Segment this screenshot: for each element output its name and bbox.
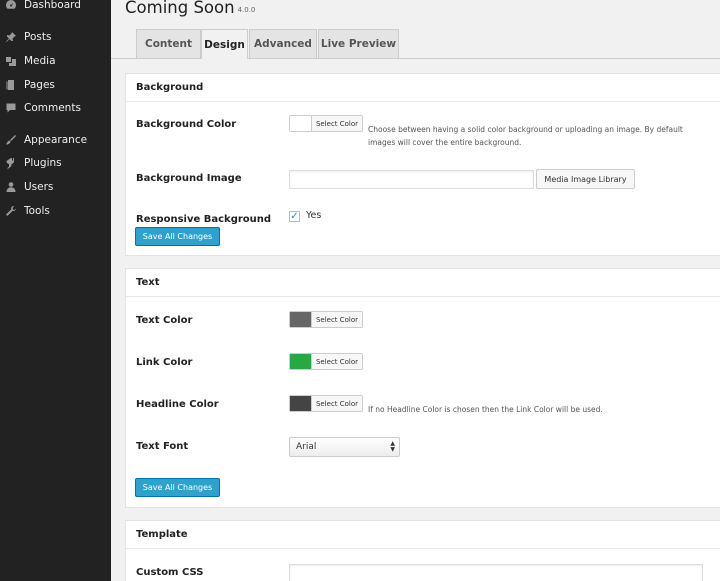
background-image-label: Background Image (136, 173, 242, 184)
media-image-library-button[interactable]: Media Image Library (536, 169, 635, 189)
text-font-label: Text Font (136, 441, 189, 452)
background-color-picker[interactable]: Select Color (289, 115, 363, 132)
main-content: Coming Soon 4.0.0 Content Design Advanced… (111, 0, 720, 581)
background-color-label: Background Color (136, 119, 237, 130)
headline-color-label: Headline Color (136, 399, 219, 410)
background-color-swatch (290, 116, 312, 131)
sidebar-item-dashboard[interactable]: Dashboard (0, 0, 111, 16)
text-color-picker[interactable]: Select Color (289, 311, 363, 328)
headline-color-picker[interactable]: Select Color (289, 395, 363, 412)
background-color-description-line: images will cover the entire background. (368, 138, 522, 147)
background-color-description-line: Choose between having a solid color back… (368, 125, 683, 134)
sidebar-item-appearance[interactable]: Appearance (0, 129, 111, 151)
background-color-description: Choose between having a solid color back… (368, 123, 720, 149)
text-color-swatch (290, 312, 312, 327)
media-icon (5, 55, 17, 67)
select-arrows-icon: ▲ ▼ (390, 440, 395, 453)
pin-icon (5, 31, 17, 43)
template-section-title: Template (126, 521, 720, 549)
user-icon (5, 181, 17, 193)
text-section-title: Text (126, 269, 720, 297)
tab-design[interactable]: Design (201, 29, 248, 59)
background-image-input[interactable] (289, 170, 534, 189)
responsive-background-label: Responsive Background (136, 214, 272, 225)
save-all-changes-button[interactable]: Save All Changes (135, 227, 220, 246)
tab-advanced[interactable]: Advanced (249, 29, 317, 58)
sidebar-item-tools[interactable]: Tools (0, 200, 111, 222)
template-panel: Template Custom CSS (125, 520, 720, 581)
responsive-background-option: Yes (306, 210, 322, 221)
background-section-title: Background (126, 74, 720, 102)
sidebar-item-pages[interactable]: Pages (0, 74, 111, 96)
tab-live-preview[interactable]: Live Preview (318, 29, 399, 58)
text-panel: Text Text Color Select Color Link Color … (125, 268, 720, 508)
text-font-selected-value: Arial (296, 442, 317, 452)
text-font-select[interactable]: Arial ▲ ▼ (289, 437, 400, 457)
page-title-text: Coming Soon (125, 0, 235, 17)
comment-icon (5, 102, 17, 114)
text-color-label: Text Color (136, 315, 193, 326)
sidebar-item-label: Media (24, 55, 56, 67)
wrench-icon (5, 205, 17, 217)
sidebar-item-label: Comments (24, 102, 81, 114)
background-panel: Background Background Color Select Color… (125, 73, 720, 256)
link-color-swatch (290, 354, 312, 369)
sidebar-item-label: Tools (24, 205, 50, 217)
select-color-button[interactable]: Select Color (312, 312, 362, 327)
plug-icon (5, 157, 17, 169)
admin-sidebar: Dashboard Posts Media Pages Comments App… (0, 0, 111, 581)
custom-css-label: Custom CSS (136, 567, 204, 578)
headline-color-description: If no Headline Color is chosen then the … (368, 405, 603, 414)
save-all-changes-button[interactable]: Save All Changes (135, 478, 220, 497)
custom-css-textarea[interactable] (289, 564, 703, 581)
page-icon (5, 79, 17, 91)
sidebar-item-label: Plugins (24, 157, 62, 169)
sidebar-item-plugins[interactable]: Plugins (0, 152, 111, 174)
sidebar-item-comments[interactable]: Comments (0, 97, 111, 119)
sidebar-item-users[interactable]: Users (0, 176, 111, 198)
headline-color-swatch (290, 396, 312, 411)
tab-content[interactable]: Content (136, 29, 201, 58)
sidebar-item-label: Appearance (24, 134, 88, 146)
link-color-label: Link Color (136, 357, 193, 368)
sidebar-item-label: Users (24, 181, 54, 193)
sidebar-item-posts[interactable]: Posts (0, 26, 111, 48)
link-color-picker[interactable]: Select Color (289, 353, 363, 370)
sidebar-item-label: Pages (24, 79, 55, 91)
responsive-background-checkbox[interactable]: ✓ (289, 211, 300, 222)
sidebar-item-label: Dashboard (24, 0, 81, 11)
settings-tabs: Content Design Advanced Live Preview (111, 29, 720, 59)
select-color-button[interactable]: Select Color (312, 116, 362, 131)
sidebar-item-label: Posts (24, 31, 52, 43)
version-badge: 4.0.0 (237, 6, 256, 14)
dashboard-icon (5, 0, 17, 11)
select-color-button[interactable]: Select Color (312, 396, 362, 411)
brush-icon (5, 134, 17, 146)
sidebar-item-media[interactable]: Media (0, 50, 111, 72)
select-color-button[interactable]: Select Color (312, 354, 362, 369)
page-title: Coming Soon 4.0.0 (125, 0, 255, 17)
